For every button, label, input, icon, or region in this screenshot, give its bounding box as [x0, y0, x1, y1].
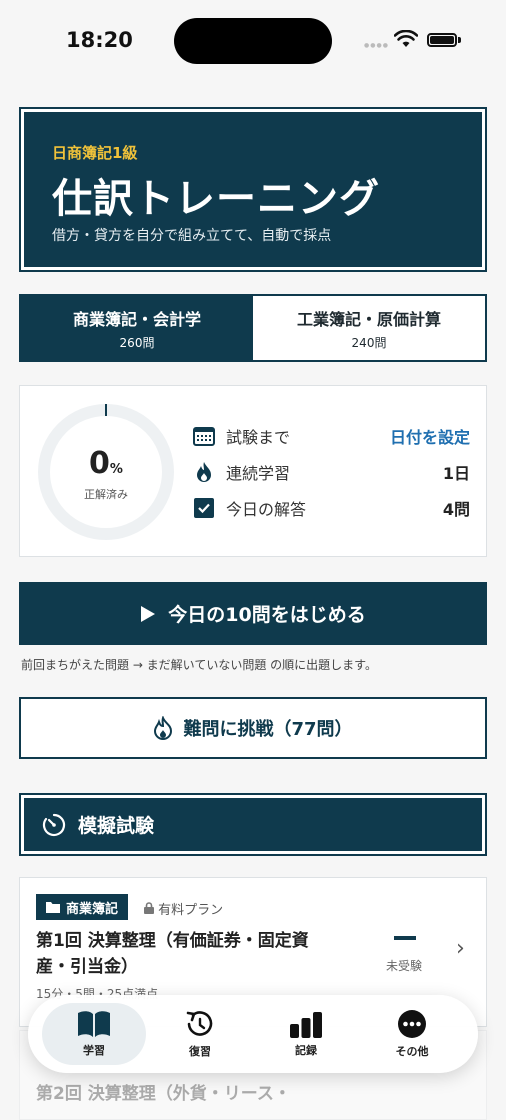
tabbar-label: 学習	[83, 1044, 105, 1057]
exam-title: 第2回 決算整理（外貨・リース・	[36, 1084, 291, 1104]
tabbar-label: その他	[395, 1045, 429, 1058]
cellular-signal-icon: ●●●●	[364, 42, 389, 49]
hero-description: 借方・貸方を自分で組み立てて、自動で採点	[52, 228, 332, 244]
mock-exam-label: 模擬試験	[78, 815, 155, 837]
tab-label: 商業簿記・会計学	[72, 309, 201, 329]
tab-industrial-bookkeeping[interactable]: 工業簿記・原価計算 240問	[253, 296, 485, 360]
flame-icon	[192, 460, 216, 484]
book-icon	[78, 1011, 110, 1037]
checkbox-icon	[192, 496, 216, 520]
subject-tabs: 商業簿記・会計学 260問 工業簿記・原価計算 240問	[19, 294, 487, 362]
status-time: 18:20	[66, 28, 133, 52]
category-badge: 商業簿記	[36, 894, 129, 920]
tab-label: 工業簿記・原価計算	[296, 309, 441, 329]
tab-count: 240問	[351, 335, 387, 350]
tabbar-item-study[interactable]: 学習	[42, 1003, 146, 1065]
tabbar-item-review[interactable]: 復習	[148, 1003, 252, 1065]
tabbar-label: 復習	[189, 1045, 211, 1058]
battery-icon	[427, 33, 457, 47]
progress-percent: 0%	[36, 446, 176, 481]
exam-score-dash	[394, 936, 416, 940]
set-date-link[interactable]: 日付を設定	[390, 424, 470, 448]
chevron-right-icon: ›	[456, 936, 465, 961]
exam-status: 未受験	[386, 959, 423, 973]
hero-subtitle: 日商簿記1級	[52, 144, 138, 162]
stat-value: 1日	[442, 464, 470, 483]
stat-value: 4問	[442, 500, 470, 519]
progress-caption: 正解済み	[84, 488, 128, 501]
plan-text: 有料プラン	[158, 903, 224, 918]
battery-tip	[458, 37, 461, 43]
dynamic-island	[174, 18, 332, 64]
stat-row-streak: 連続学習 1日	[192, 457, 470, 487]
stat-label: 連続学習	[226, 464, 291, 483]
hero-title: 仕訳トレーニング	[52, 176, 380, 222]
start-today-button[interactable]: 今日の10問をはじめる	[19, 582, 487, 645]
plan-label: 有料プラン	[144, 899, 223, 918]
more-icon	[398, 1010, 426, 1038]
wifi-icon	[394, 30, 418, 47]
progress-percent-value: 0	[89, 446, 110, 481]
review-icon	[186, 1011, 213, 1036]
tab-commercial-bookkeeping[interactable]: 商業簿記・会計学 260問	[21, 296, 253, 360]
stat-row-exam-date: 試験まで 日付を設定	[192, 421, 470, 451]
hero-panel: 日商簿記1級 仕訳トレーニング 借方・貸方を自分で組み立てて、自動で採点	[24, 112, 482, 267]
flame-outline-icon	[154, 716, 173, 740]
play-icon	[141, 605, 156, 622]
order-hint: 前回まちがえた問題 → まだ解いていない問題 の順に出題します。	[21, 658, 377, 672]
hero-banner: 日商簿記1級 仕訳トレーニング 借方・貸方を自分で組み立てて、自動で採点	[19, 107, 487, 272]
bottom-tab-bar: 学習 復習 記録 その他	[28, 995, 478, 1073]
exam-title: 第1回 決算整理（有価証券・固定資産・引当金）	[36, 931, 309, 977]
bar-chart-icon	[290, 1012, 322, 1038]
hard-button-label: 難問に挑戦（77問）	[183, 719, 353, 740]
tab-count: 260問	[119, 335, 155, 350]
lock-icon	[144, 902, 154, 914]
stat-label: 今日の解答	[226, 500, 307, 519]
hard-questions-button[interactable]: 難問に挑戦（77問）	[19, 697, 487, 759]
folder-icon	[46, 902, 60, 913]
tabbar-label: 記録	[295, 1044, 317, 1057]
tabbar-item-more[interactable]: その他	[360, 1003, 464, 1065]
start-button-label: 今日の10問をはじめる	[168, 604, 366, 626]
stat-row-today-answers: 今日の解答 4問	[192, 493, 470, 523]
mock-exam-header[interactable]: 模擬試験	[19, 793, 487, 856]
status-bar: 18:20 ●●●●	[0, 0, 506, 80]
progress-percent-unit: %	[109, 462, 123, 477]
timer-icon	[42, 813, 66, 836]
stat-label: 試験まで	[226, 428, 291, 447]
category-label: 商業簿記	[66, 901, 119, 917]
calendar-icon	[192, 424, 216, 448]
tabbar-item-records[interactable]: 記録	[254, 1003, 358, 1065]
stats-card: 0% 正解済み 試験まで 日付を設定 連続学習 1日 今日の解答 4問	[19, 385, 487, 557]
mock-exam-header-panel: 模擬試験	[24, 798, 482, 851]
